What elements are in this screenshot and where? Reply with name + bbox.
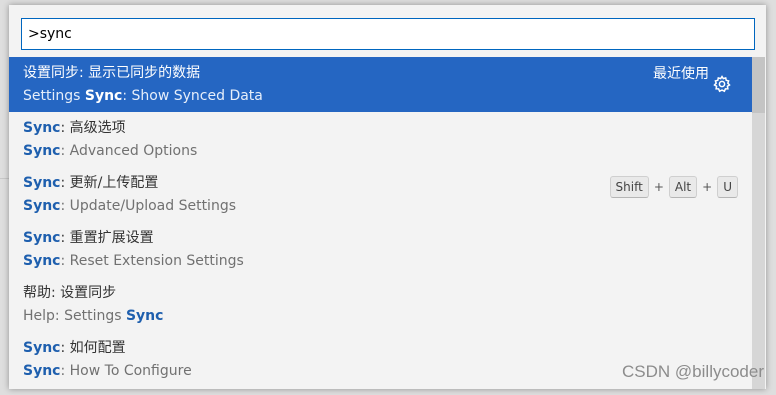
item-title: 设置同步: 显示已同步的数据: [23, 65, 201, 81]
scrollbar[interactable]: [752, 57, 765, 389]
list-item-advanced-options[interactable]: Sync: 高级选项 Sync: Advanced Options: [9, 112, 752, 167]
subtitle-rest: : Update/Upload Settings: [60, 198, 236, 214]
scrollbar-thumb[interactable]: [752, 57, 765, 113]
subtitle-prefix: Settings: [23, 88, 85, 104]
subtitle-rest: : Advanced Options: [60, 143, 198, 159]
match-highlight: Sync: [23, 175, 61, 191]
item-title: Sync: 如何配置: [23, 338, 752, 361]
match-highlight: Sync: [23, 120, 61, 136]
key-separator: +: [653, 180, 664, 194]
list-item-reset-extension-settings[interactable]: Sync: 重置扩展设置 Sync: Reset Extension Setti…: [9, 222, 752, 277]
subtitle-rest: : How To Configure: [60, 363, 192, 379]
item-subtitle: Sync: Advanced Options: [23, 141, 752, 163]
item-title: Sync: 重置扩展设置: [23, 228, 752, 251]
match-highlight: Sync: [23, 143, 61, 159]
title-rest: : 更新/上传配置: [60, 175, 159, 191]
match-highlight: Sync: [23, 340, 61, 356]
title-rest: : 高级选项: [60, 120, 126, 136]
subtitle-prefix: Help: Settings: [23, 308, 126, 324]
command-list: 设置同步: 显示已同步的数据 Settings Sync: Show Synce…: [9, 57, 752, 389]
list-item-update-upload-settings[interactable]: Sync: 更新/上传配置 Sync: Update/Upload Settin…: [9, 167, 752, 222]
match-highlight: Sync: [125, 308, 164, 324]
item-title: 帮助: 设置同步: [23, 285, 117, 301]
subtitle-rest: : Reset Extension Settings: [60, 253, 244, 269]
keybinding: Shift + Alt + U: [609, 176, 738, 198]
title-rest: : 重置扩展设置: [60, 230, 154, 246]
command-palette: 设置同步: 显示已同步的数据 Settings Sync: Show Synce…: [9, 5, 766, 389]
item-subtitle: Sync: Update/Upload Settings: [23, 196, 752, 218]
key-shift: Shift: [609, 176, 649, 198]
match-highlight: Sync: [23, 363, 61, 379]
command-input[interactable]: [28, 19, 748, 49]
key-separator: +: [702, 180, 713, 194]
match-highlight: Sync: [23, 253, 61, 269]
background-divider: [0, 178, 9, 179]
match-highlight: Sync: [23, 230, 61, 246]
item-title: Sync: 高级选项: [23, 118, 752, 141]
key-u: U: [717, 176, 738, 198]
gear-icon[interactable]: [712, 74, 732, 94]
match-highlight: Sync: [84, 88, 123, 104]
list-item-show-synced-data[interactable]: 设置同步: 显示已同步的数据 Settings Sync: Show Synce…: [9, 57, 752, 112]
command-input-box[interactable]: [21, 18, 755, 50]
list-item-help-settings-sync[interactable]: 帮助: 设置同步 Help: Settings Sync: [9, 277, 752, 332]
item-subtitle: Help: Settings Sync: [23, 306, 752, 328]
item-subtitle: Settings Sync: Show Synced Data: [23, 86, 752, 108]
recently-used-label: 最近使用: [653, 66, 709, 82]
title-rest: : 如何配置: [60, 340, 126, 356]
match-highlight: Sync: [23, 198, 61, 214]
item-subtitle: Sync: Reset Extension Settings: [23, 251, 752, 273]
watermark: CSDN @billycoder: [622, 362, 764, 381]
key-alt: Alt: [668, 176, 698, 198]
subtitle-rest: : Show Synced Data: [122, 88, 263, 104]
